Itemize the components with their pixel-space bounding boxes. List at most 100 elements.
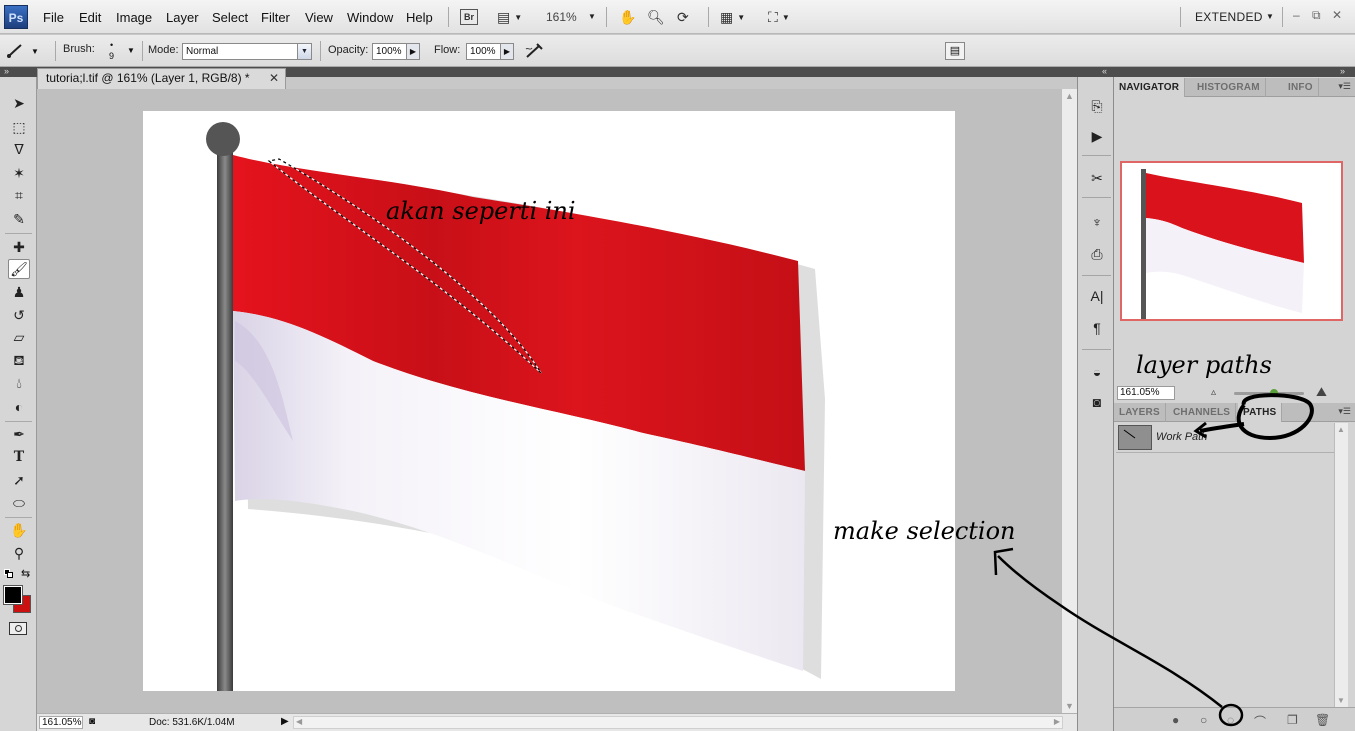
tab-channels[interactable]: CHANNELS (1168, 403, 1237, 422)
marquee-tool[interactable]: ⬚ (8, 117, 30, 137)
status-info-icon[interactable]: ◙ (89, 716, 95, 727)
move-tool[interactable]: ➤ (8, 93, 30, 113)
dodge-tool[interactable]: ◐ (8, 397, 30, 417)
slider-thumb[interactable] (1270, 389, 1278, 397)
menu-filter[interactable]: Filter (261, 10, 290, 25)
zoom-level-dropdown[interactable]: 161% (546, 10, 577, 24)
navigator-thumbnail[interactable] (1120, 161, 1343, 321)
close-window-button[interactable]: ✕ (1332, 8, 1342, 22)
status-zoom-field[interactable]: 161.05% (39, 716, 83, 729)
stroke-path-button[interactable]: ○ (1200, 713, 1207, 727)
restore-button[interactable]: ⧉ (1312, 8, 1321, 23)
brushes-panel-button[interactable]: ▤ (945, 42, 965, 60)
foreground-color-swatch[interactable] (3, 585, 23, 605)
menu-image[interactable]: Image (116, 10, 152, 25)
zoom-tool[interactable]: ⚲ (8, 543, 30, 563)
path-selection-tool[interactable]: ➚ (8, 470, 30, 490)
menu-select[interactable]: Select (212, 10, 248, 25)
menu-edit[interactable]: Edit (79, 10, 101, 25)
paint-bucket-tool[interactable]: ⛾ (8, 351, 30, 371)
mode-select[interactable]: Normal ▼ (182, 43, 312, 60)
document-tab[interactable]: tutoria;l.tif @ 161% (Layer 1, RGB/8) * … (37, 68, 286, 89)
hand-tool[interactable]: ✋ (8, 520, 30, 540)
masks-panel-button[interactable]: ◙ (1086, 391, 1108, 413)
make-work-path-button[interactable]: ⌒ (1254, 713, 1266, 730)
magic-wand-tool[interactable]: ✶ (8, 163, 30, 183)
path-row-work-path[interactable]: Work Path (1116, 423, 1334, 453)
tab-histogram[interactable]: HISTOGRAM (1192, 78, 1266, 97)
clone-source-panel-button[interactable]: ⎙ (1086, 243, 1108, 265)
menu-layer[interactable]: Layer (166, 10, 199, 25)
menu-file[interactable]: File (43, 10, 64, 25)
navigator-zoom-field[interactable]: 161.05% (1117, 386, 1175, 400)
healing-brush-tool[interactable]: ✚ (8, 237, 30, 257)
canvas-area[interactable]: akan seperti ini make selection (37, 89, 1061, 713)
quick-mask-button[interactable] (9, 622, 27, 635)
fill-path-button[interactable]: ● (1172, 713, 1179, 727)
brush-picker[interactable]: • 9 ▼ (104, 40, 140, 64)
expand-toolbar-icon[interactable]: » (4, 66, 9, 76)
clone-stamp-tool[interactable]: ♟ (8, 282, 30, 302)
scroll-up-icon[interactable]: ▲ (1065, 91, 1074, 101)
photoshop-logo[interactable]: Ps (4, 5, 28, 29)
adjustments-panel-button[interactable]: ◒ (1086, 361, 1108, 383)
panel-menu-icon[interactable]: ▾☰ (1338, 81, 1351, 92)
eraser-tool[interactable]: ▱ (8, 327, 30, 347)
new-path-button[interactable]: ❐ (1287, 713, 1298, 727)
canvas-horizontal-scrollbar[interactable]: ◀ ▶ (293, 716, 1063, 729)
menu-view[interactable]: View (305, 10, 333, 25)
zoom-tool-button[interactable]: 🔍︎ (647, 7, 665, 27)
swap-colors-icon[interactable]: ⇆ (21, 567, 30, 580)
chevron-down-icon[interactable]: ▼ (1266, 12, 1274, 21)
chevron-down-icon[interactable]: ▼ (588, 12, 596, 21)
pen-tool[interactable]: ✒ (8, 424, 30, 444)
brush-tool[interactable]: 🖌︎ (8, 259, 30, 279)
collapse-dock-icon[interactable]: « (1102, 66, 1107, 76)
bridge-button[interactable]: Br (460, 7, 478, 27)
default-colors-icon[interactable] (4, 569, 14, 579)
slider-arrow-icon[interactable]: ▶ (406, 44, 419, 59)
expand-panels-icon[interactable]: » (1340, 66, 1345, 76)
character-panel-button[interactable]: A| (1086, 285, 1108, 307)
scroll-left-icon[interactable]: ◀ (296, 717, 302, 726)
tool-preset-picker[interactable]: ▼ (5, 41, 49, 61)
tab-navigator[interactable]: NAVIGATOR (1114, 78, 1186, 97)
shape-tool[interactable]: ⬭ (8, 493, 30, 513)
status-menu-arrow-icon[interactable]: ▶ (281, 716, 289, 727)
tab-info[interactable]: INFO (1283, 78, 1319, 97)
brushes-panel-dock-button[interactable]: ♆ (1086, 211, 1108, 233)
scroll-right-icon[interactable]: ▶ (1054, 717, 1060, 726)
zoom-in-icon[interactable]: ⛰ (1316, 384, 1327, 400)
eyedropper-tool[interactable]: ✎ (8, 209, 30, 229)
screen-mode-button[interactable]: ⛶ ▼ (768, 7, 790, 27)
hand-tool-button[interactable]: ✋ (619, 7, 636, 27)
lasso-tool[interactable]: ᐁ (8, 139, 30, 159)
view-extras-button[interactable]: ▤ ▼ (497, 7, 522, 27)
navigator-zoom-slider[interactable] (1234, 389, 1304, 397)
zoom-out-icon[interactable]: ▵ (1211, 387, 1216, 398)
type-tool[interactable]: T (8, 447, 30, 467)
scroll-down-icon[interactable]: ▼ (1065, 701, 1074, 711)
close-icon[interactable]: ✕ (269, 69, 279, 88)
actions-panel-button[interactable]: ▶ (1086, 125, 1108, 147)
load-path-as-selection-button[interactable]: ◌ (1227, 713, 1234, 727)
panel-menu-icon[interactable]: ▾☰ (1338, 406, 1351, 417)
history-brush-tool[interactable]: ↺ (8, 305, 30, 325)
tab-paths[interactable]: PATHS (1238, 403, 1283, 422)
minimize-button[interactable]: – (1293, 8, 1300, 22)
rotate-view-button[interactable]: ⟳ (677, 7, 689, 27)
paths-vertical-scrollbar[interactable]: ▲ ▼ (1334, 423, 1348, 707)
tool-presets-panel-button[interactable]: ✂ (1086, 167, 1108, 189)
tab-layers[interactable]: LAYERS (1114, 403, 1166, 422)
history-panel-button[interactable]: ⎘ (1086, 95, 1108, 117)
menu-window[interactable]: Window (347, 10, 393, 25)
arrange-documents-button[interactable]: ▦ ▼ (720, 7, 745, 27)
workspace-switcher[interactable]: EXTENDED (1195, 10, 1263, 24)
flow-input[interactable]: 100% ▶ (466, 43, 514, 60)
paragraph-panel-button[interactable]: ¶ (1086, 317, 1108, 339)
scroll-up-icon[interactable]: ▲ (1337, 425, 1345, 434)
blur-tool[interactable]: 💧︎ (8, 373, 30, 393)
delete-path-button[interactable]: 🗑︎ (1315, 713, 1330, 727)
menu-help[interactable]: Help (406, 10, 433, 25)
opacity-input[interactable]: 100% ▶ (372, 43, 420, 60)
